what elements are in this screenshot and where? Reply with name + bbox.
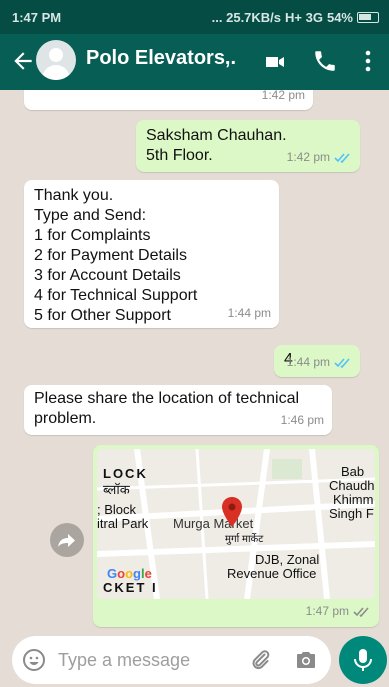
battery-percent: 54% [326,10,353,25]
chat-title[interactable]: Polo Elevators,. [86,47,251,70]
message-bubble-outgoing[interactable]: Saksham Chauhan. 5th Floor. 1:42 pm [136,120,360,172]
double-tick-icon [334,152,350,163]
message-time: 1:44 pm [227,306,271,320]
map-label: ब्लॉक [103,482,130,497]
location-pin-icon [222,497,242,527]
mic-button[interactable] [339,636,387,684]
battery-icon [357,12,379,23]
phone-icon[interactable] [312,48,338,74]
signal-label: H+ 3G [285,10,323,25]
message-bubble-incoming[interactable]: 1:42 pm [24,90,313,110]
map-preview[interactable]: LOCK ब्लॉक ; Block itral Park Murga Mark… [97,449,375,599]
map-label: मुर्गा मार्केट [225,534,264,545]
message-meta: 1:46 pm [281,410,324,430]
share-icon [58,534,75,547]
message-meta: 1:47 pm [306,601,371,621]
map-label: Chaudh [329,478,375,493]
message-text: Please share the location of technical p… [34,390,300,427]
double-tick-icon [334,357,350,368]
map-label: itral Park [97,516,149,531]
camera-icon[interactable] [294,648,318,672]
map-label: LOCK [103,466,148,481]
status-indicators: ... 25.7KB/s H+ 3G 54% [212,10,379,25]
avatar-head [49,48,63,62]
map-label: DJB, Zonal [255,552,320,567]
message-time: 1:44 pm [286,355,330,369]
location-message[interactable]: LOCK ब्लॉक ; Block itral Park Murga Mark… [93,445,379,627]
message-time: 1:46 pm [280,413,324,427]
message-bubble-outgoing[interactable]: 4 1:44 pm [274,345,360,377]
more-vert-icon[interactable] [358,48,378,74]
map-label: Bab [341,464,365,479]
message-time: 1:42 pm [286,150,330,164]
map-label: Singh F [329,506,374,521]
back-arrow-icon[interactable] [10,48,36,74]
map-label: Khimm [333,492,374,507]
map-label: Revenue Office [227,566,317,581]
avatar[interactable] [36,40,76,80]
avatar-body [42,65,70,80]
message-composer [12,636,331,684]
map-label: CKET I [103,580,158,595]
message-bubble-incoming[interactable]: Please share the location of technical p… [24,385,332,435]
message-meta: 1:44 pm [287,352,352,372]
video-call-icon[interactable] [262,50,288,74]
message-meta: 1:42 pm [287,147,352,167]
message-meta: 1:42 pm [262,90,305,105]
mic-icon [354,649,372,671]
chat-header: Polo Elevators,. [0,34,389,90]
message-input[interactable] [58,648,238,672]
status-time: 1:47 PM [12,10,62,25]
message-meta: 1:44 pm [228,303,271,323]
google-logo: Google [107,566,152,581]
emoji-icon[interactable] [22,648,46,672]
message-bubble-incoming[interactable]: Thank you. Type and Send: 1 for Complain… [24,180,279,328]
attach-icon[interactable] [248,648,272,672]
network-speed: ... 25.7KB/s [211,10,282,25]
share-button[interactable] [50,523,84,557]
status-bar: 1:47 PM ... 25.7KB/s H+ 3G 54% [0,0,389,34]
map-label: ; Block [97,502,137,517]
double-tick-icon [353,606,369,617]
message-time: 1:47 pm [305,604,349,618]
message-time: 1:42 pm [261,90,305,102]
